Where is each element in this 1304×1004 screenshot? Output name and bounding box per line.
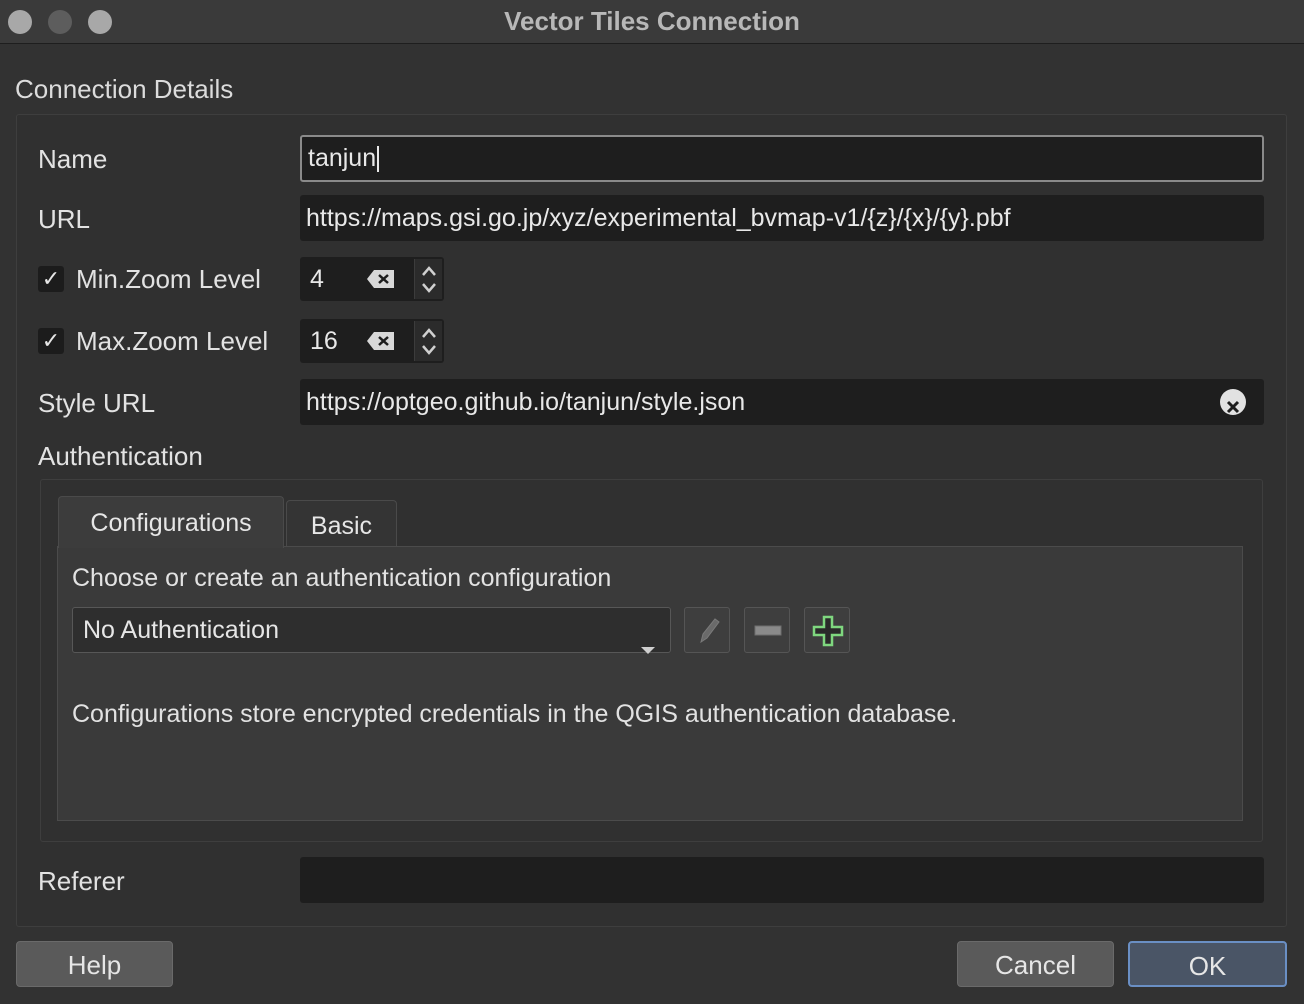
name-label: Name (38, 144, 108, 174)
clear-max-zoom-icon[interactable] (366, 331, 396, 351)
clear-style-url-icon[interactable] (1220, 389, 1246, 415)
url-input[interactable]: https://maps.gsi.go.jp/xyz/experimental_… (300, 195, 1264, 241)
max-zoom-checkbox[interactable]: ✓ (38, 328, 64, 354)
edit-config-button[interactable] (684, 607, 730, 653)
ok-button[interactable]: OK (1128, 941, 1287, 987)
chevron-down-icon (640, 626, 656, 670)
min-zoom-value: 4 (310, 265, 324, 293)
max-zoom-spinbox[interactable]: 16 (300, 319, 444, 363)
plus-icon (812, 615, 844, 647)
title-bar: Vector Tiles Connection (0, 0, 1304, 44)
remove-config-button[interactable] (744, 607, 790, 653)
auth-prompt: Choose or create an authentication confi… (72, 564, 612, 592)
tab-basic[interactable]: Basic (286, 500, 397, 547)
referer-label: Referer (38, 866, 125, 896)
text-caret (377, 146, 380, 173)
connection-details-title: Connection Details (15, 74, 234, 104)
name-input[interactable]: tanjun (300, 135, 1264, 182)
min-zoom-label: Min.Zoom Level (76, 264, 261, 294)
auth-config-selected: No Authentication (83, 616, 279, 644)
tab-configurations[interactable]: Configurations (58, 496, 284, 548)
style-url-input-value: https://optgeo.github.io/tanjun/style.js… (306, 388, 746, 416)
window-title: Vector Tiles Connection (504, 6, 800, 36)
style-url-label: Style URL (38, 388, 156, 418)
url-label: URL (38, 204, 91, 234)
min-zoom-checkbox[interactable]: ✓ (38, 266, 64, 292)
authentication-label: Authentication (38, 441, 203, 471)
max-zoom-stepper-icon[interactable] (414, 321, 442, 361)
name-input-value: tanjun (308, 144, 377, 172)
cancel-button[interactable]: Cancel (957, 941, 1114, 987)
min-zoom-spinbox[interactable]: 4 (300, 257, 444, 301)
auth-note: Configurations store encrypted credentia… (72, 700, 958, 728)
referer-input[interactable] (300, 857, 1264, 903)
style-url-input[interactable]: https://optgeo.github.io/tanjun/style.js… (300, 379, 1264, 425)
minus-icon (754, 625, 782, 636)
min-zoom-stepper-icon[interactable] (414, 259, 442, 299)
max-zoom-label: Max.Zoom Level (76, 326, 269, 356)
auth-config-select[interactable]: No Authentication (72, 607, 671, 654)
url-input-value: https://maps.gsi.go.jp/xyz/experimental_… (306, 204, 1011, 232)
help-button[interactable]: Help (16, 941, 173, 987)
pencil-icon (700, 618, 720, 644)
add-config-button[interactable] (804, 607, 850, 653)
max-zoom-value: 16 (310, 327, 338, 355)
clear-min-zoom-icon[interactable] (366, 269, 396, 289)
